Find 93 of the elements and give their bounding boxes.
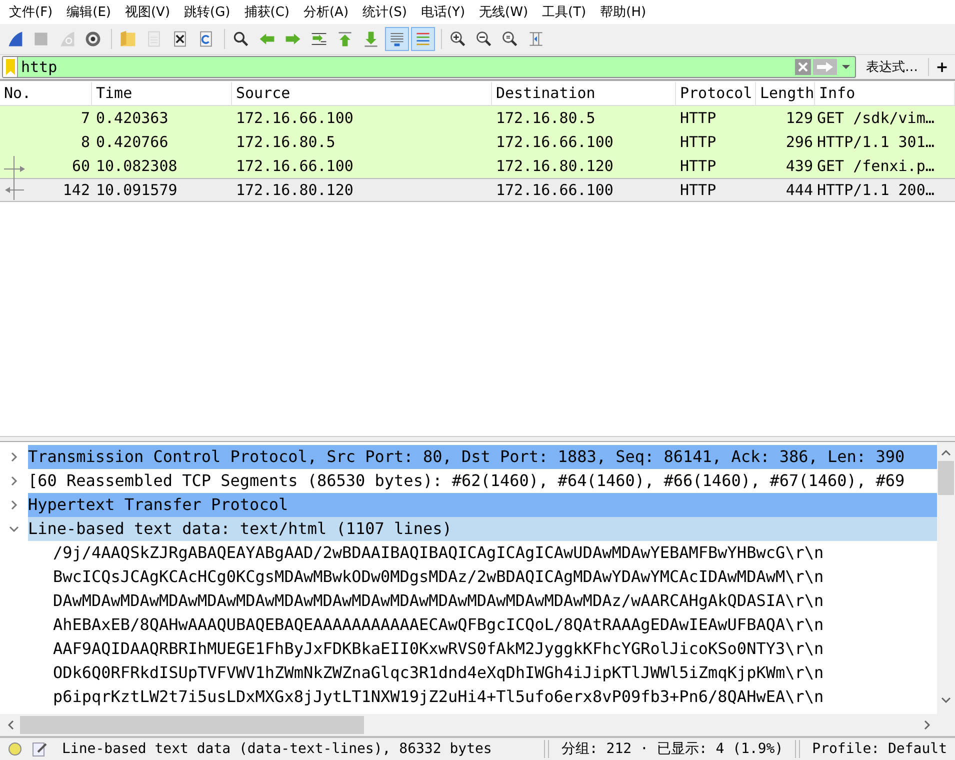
- table-cell-text: 439: [784, 157, 814, 175]
- tree-item[interactable]: AhEBAxEB/8QAHwAAAQUBAQEBAQEAAAAAAAAAAAECAwQFBgcICQoL/8QAtRAAAgEDAwIEAwUFBAQA\r\n: [0, 613, 937, 637]
- packet-row[interactable]: 7 0.420363 172.16.66.100 172.16.80.5 HTTP 129 GET /sdk/vim…: [0, 106, 955, 130]
- column-header[interactable]: No.: [0, 82, 92, 104]
- tree-item[interactable]: AAF9AQIDAAQRBRIhMUEGE1FhByJxFDKBkaEII0KxwRVS0fAkM2JyggkKFhcYGRolJicoKSo0NTY3\r\n: [0, 637, 937, 661]
- menu-item[interactable]: 电话(Y): [414, 3, 472, 21]
- tree-item[interactable]: Line-based text data: text/html (1107 lines): [28, 517, 937, 541]
- tree-item[interactable]: /9j/4AAQSkZJRgABAQEAYABgAAD/2wBDAAIBAQIBAQICAgICAgICAwUDAwMDAwYEBAMFBwYHBwcG\r\n: [0, 541, 937, 565]
- down-arrow-icon: [362, 30, 380, 48]
- menu-item[interactable]: 编辑(E): [60, 3, 118, 21]
- column-header[interactable]: Source: [232, 82, 492, 104]
- shark-fin-icon: [58, 30, 76, 48]
- table-cell-text: 172.16.80.5: [235, 133, 336, 151]
- table-cell-text: 172.16.66.100: [235, 109, 354, 127]
- horizontal-scrollbar[interactable]: [0, 714, 955, 738]
- tree-item[interactable]: BwcICQsJCAgKCAcHCg0KCgsMDAwMBwkODw0MDgsMDAz/2wBDAQICAgMDAwYDAwYMCAcIDAwMDAwM\r\n: [0, 565, 937, 589]
- table-cell-text: HTTP: [679, 133, 718, 151]
- reload-icon: [197, 30, 215, 48]
- tree-item[interactable]: Hypertext Transfer Protocol: [28, 493, 937, 517]
- filter-input-field[interactable]: http: [18, 58, 795, 76]
- search-icon: [232, 30, 250, 48]
- table-cell-text: HTTP: [679, 157, 718, 175]
- table-cell-text: 172.16.80.5: [495, 109, 596, 127]
- table-cell-text: GET /fenxi.p…: [816, 157, 936, 175]
- table-cell-text: GET /sdk/vim…: [816, 109, 936, 127]
- edit-note-icon[interactable]: [32, 741, 48, 757]
- packet-count: 分组: 212 · 已显示: 4 (1.9%): [560, 740, 784, 758]
- go-to-packet-icon: [310, 30, 328, 48]
- table-cell-text: HTTP/1.1 200…: [816, 181, 936, 199]
- table-cell-text: 444: [784, 181, 814, 199]
- packet-row[interactable]: 8 0.420766 172.16.80.5 172.16.66.100 HTTP 296 HTTP/1.1 301…: [0, 130, 955, 154]
- profile-label[interactable]: Profile: Default: [804, 741, 955, 757]
- table-cell-text: 0.420766: [95, 133, 170, 151]
- display-filter-field[interactable]: http: [2, 56, 856, 78]
- table-cell-text: HTTP: [679, 181, 718, 199]
- up-arrow-icon: [336, 30, 354, 48]
- vertical-scrollbar[interactable]: [937, 442, 955, 714]
- menu-item[interactable]: 分析(A): [296, 3, 356, 21]
- table-cell-text: 172.16.80.120: [495, 157, 614, 175]
- menu-item[interactable]: 无线(W): [472, 3, 536, 21]
- column-header[interactable]: Protocol: [676, 82, 756, 104]
- document-icon: [145, 30, 163, 48]
- autoscroll-icon: [388, 30, 406, 48]
- tree-item[interactable]: ODk6Q0RFRkdISUpTVFVWV1hZWmNkZWZnaGlqc3R1dnd4eXqDhIWGh4iJipKTlJWWl5iZmqKjpKWm\r\n: [0, 661, 937, 685]
- gear-icon: [84, 30, 102, 48]
- close-file-icon: [171, 30, 189, 48]
- column-header[interactable]: Destination: [492, 82, 676, 104]
- expression-button[interactable]: 表达式…: [856, 58, 929, 76]
- menu-item[interactable]: 统计(S): [356, 3, 414, 21]
- menu-item[interactable]: 文件(F): [2, 3, 60, 21]
- table-cell-text: 172.16.66.100: [495, 181, 614, 199]
- menu-item[interactable]: 跳转(G): [177, 3, 238, 21]
- folder-icon: [119, 30, 137, 48]
- menu-item[interactable]: 工具(T): [535, 3, 594, 21]
- tree-item[interactable]: [60 Reassembled TCP Segments (86530 bytes): #62(1460), #64(1460), #66(1460), #67(1460), #69: [28, 469, 937, 493]
- table-cell-text: 129: [784, 109, 814, 127]
- table-cell-text: 172.16.80.120: [235, 181, 354, 199]
- column-header[interactable]: Time: [92, 82, 232, 104]
- tree-item[interactable]: DAwMDAwMDAwMDAwMDAwMDAwMDAwMDAwMDAwMDAwMDAwMDAwMDAwMDAwMDAz/wAARCAHgAkQDASIA\r\n: [0, 589, 937, 613]
- table-cell-text: 60: [70, 157, 91, 175]
- table-cell-text: 8: [80, 133, 91, 151]
- zoom-icon: [501, 30, 519, 48]
- clear-icon[interactable]: [795, 59, 811, 75]
- table-cell-text: 10.091579: [95, 181, 178, 199]
- tree-item[interactable]: Transmission Control Protocol, Src Port: 80, Dst Port: 1883, Seq: 86141, Ack: 386, Len: 390: [28, 445, 937, 469]
- shark-fin-icon: [6, 30, 24, 48]
- scrollbar-thumb[interactable]: [20, 716, 364, 734]
- menu-item[interactable]: 捕获(C): [237, 3, 296, 21]
- menu-item[interactable]: 帮助(H): [593, 3, 654, 21]
- table-cell-text: 7: [80, 109, 91, 127]
- table-cell-text: 0.420363: [95, 109, 170, 127]
- colorize-icon: [414, 30, 432, 48]
- zoom-in-icon: [449, 30, 467, 48]
- status-circle-icon[interactable]: [8, 742, 22, 756]
- table-cell-text: 296: [784, 133, 814, 151]
- column-header[interactable]: Info: [815, 82, 955, 104]
- stop-icon: [32, 30, 50, 48]
- status-text: Line-based text data (data-text-lines), 86332 bytes: [61, 741, 493, 757]
- packet-row[interactable]: 142 10.091579 172.16.80.120 172.16.66.100 HTTP 444 HTTP/1.1 200…: [0, 178, 955, 202]
- resize-columns-icon: [527, 30, 545, 48]
- scrollbar-thumb[interactable]: [938, 461, 954, 495]
- add-filter-button[interactable]: +: [929, 57, 955, 77]
- column-header[interactable]: Length: [756, 82, 815, 104]
- packet-row[interactable]: 60 10.082308 172.16.66.100 172.16.80.120 HTTP 439 GET /fenxi.p…: [0, 154, 955, 178]
- zoom-out-icon: [475, 30, 493, 48]
- table-cell-text: 172.16.66.100: [235, 157, 354, 175]
- table-cell-text: 10.082308: [95, 157, 178, 175]
- table-cell-text: HTTP: [679, 109, 718, 127]
- table-cell-text: HTTP/1.1 301…: [816, 133, 936, 151]
- table-cell-text: 142: [62, 181, 91, 199]
- table-cell-text: 172.16.66.100: [495, 133, 614, 151]
- menu-item[interactable]: 视图(V): [118, 3, 178, 21]
- tree-item[interactable]: p6ipqrKztLW2t7i5usLDxMXGx8jJytLT1NXW19jZ2uHi4+Tl5ufo6erx8vP09fb3+Pn6/8QAHwEA\r\n: [0, 685, 937, 709]
